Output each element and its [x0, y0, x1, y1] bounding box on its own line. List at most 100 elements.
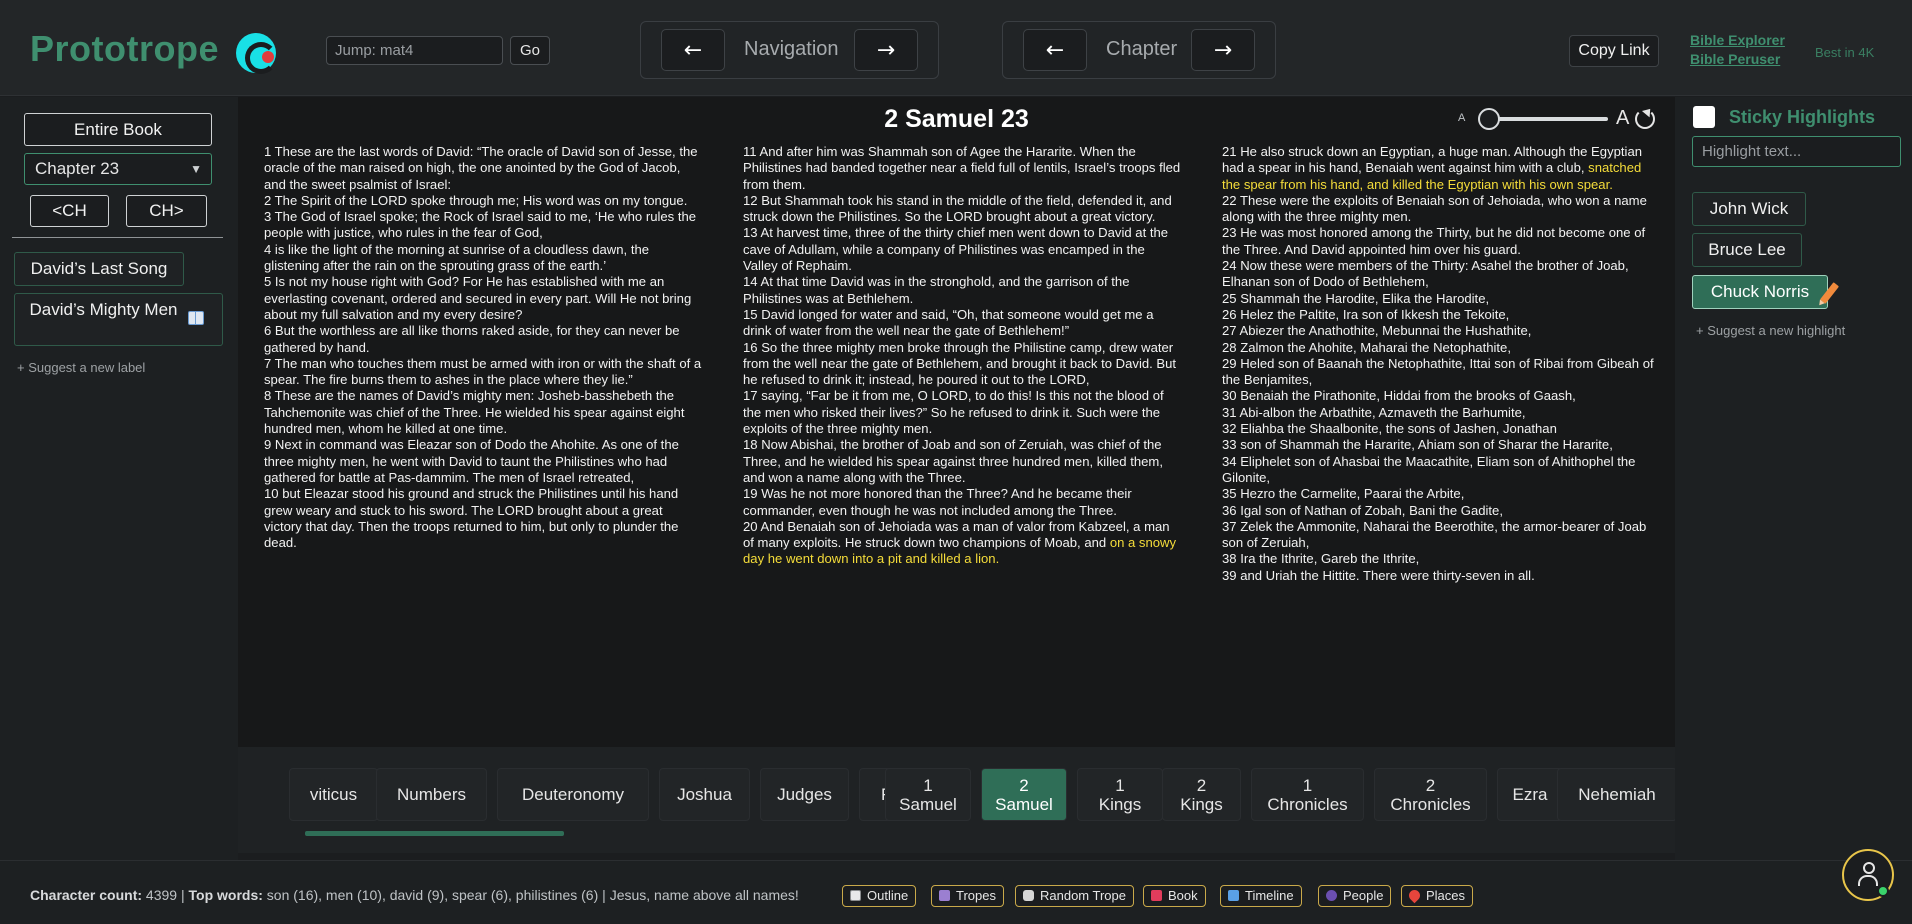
label-davids-mighty-men[interactable]: David’s Mighty Men	[14, 293, 223, 346]
logo-icon[interactable]	[236, 33, 277, 74]
verse[interactable]: 27 Abiezer the Anathothite, Mebunnai the…	[1222, 323, 1662, 339]
navigation-prev-button[interactable]: ←	[661, 29, 725, 71]
bible-peruser-link[interactable]: Bible Peruser	[1690, 51, 1780, 67]
chapter-select[interactable]: Chapter 23 ▼	[24, 153, 212, 185]
verse[interactable]: 20 And Benaiah son of Jehoiada was a man…	[743, 519, 1183, 568]
verse[interactable]: 15 David longed for water and said, “Oh,…	[743, 307, 1183, 340]
verse[interactable]: 3 The God of Israel spoke; the Rock of I…	[264, 209, 704, 242]
profile-button[interactable]	[1842, 849, 1894, 901]
verse-text: 9 Next in command was Eleazar son of Dod…	[264, 437, 679, 485]
verse-text: 5 Is not my house right with God? For He…	[264, 274, 692, 322]
verse[interactable]: 28 Zalmon the Ahohite, Maharai the Netop…	[1222, 340, 1662, 356]
chapter-next-button[interactable]: →	[1191, 29, 1255, 71]
verse[interactable]: 10 but Eleazar stood his ground and stru…	[264, 486, 704, 551]
suggest-label-link[interactable]: + Suggest a new label	[17, 360, 145, 375]
verse[interactable]: 24 Now these were members of the Thirty:…	[1222, 258, 1662, 291]
tropes-button[interactable]: Tropes	[931, 885, 1004, 907]
chapter-prev-button[interactable]: ←	[1023, 29, 1087, 71]
verse[interactable]: 26 Helez the Paltite, Ira son of Ikkesh …	[1222, 307, 1662, 323]
next-chapter-button[interactable]: CH>	[126, 195, 207, 227]
brand-title[interactable]: Prototrope	[30, 28, 219, 70]
verse[interactable]: 37 Zelek the Ammonite, Naharai the Beero…	[1222, 519, 1662, 552]
open-book-icon[interactable]	[188, 311, 204, 325]
verse[interactable]: 12 But Shammah took his stand in the mid…	[743, 193, 1183, 226]
book-tab-viticus[interactable]: viticus	[289, 768, 378, 821]
verse[interactable]: 22 These were the exploits of Benaiah so…	[1222, 193, 1662, 226]
online-status-icon	[1877, 885, 1889, 897]
verse-column-1: 1 These are the last words of David: “Th…	[264, 144, 704, 551]
verse[interactable]: 4 is like the light of the morning at su…	[264, 242, 704, 275]
verse-text: 11 And after him was Shammah son of Agee…	[743, 144, 1181, 192]
verse[interactable]: 39 and Uriah the Hittite. There were thi…	[1222, 568, 1662, 584]
book-tab-deuteronomy[interactable]: Deuteronomy	[497, 768, 649, 821]
reset-icon[interactable]	[1635, 109, 1655, 129]
font-size-slider[interactable]: A A	[1458, 106, 1648, 130]
book-tab-1-samuel[interactable]: 1 Samuel	[885, 768, 971, 821]
verse[interactable]: 7 The man who touches them must be armed…	[264, 356, 704, 389]
verse[interactable]: 1 These are the last words of David: “Th…	[264, 144, 704, 193]
book-button[interactable]: Book	[1143, 885, 1206, 907]
verse[interactable]: 16 So the three mighty men broke through…	[743, 340, 1183, 389]
font-slider-thumb[interactable]	[1478, 108, 1501, 130]
highlight-john-wick[interactable]: John Wick	[1692, 192, 1806, 226]
navigation-next-button[interactable]: →	[854, 29, 918, 71]
verse[interactable]: 13 At harvest time, three of the thirty …	[743, 225, 1183, 274]
highlight-text-input[interactable]	[1692, 136, 1901, 167]
verse[interactable]: 35 Hezro the Carmelite, Paarai the Arbit…	[1222, 486, 1662, 502]
verse[interactable]: 30 Benaiah the Pirathonite, Hiddai from …	[1222, 388, 1662, 404]
verse[interactable]: 33 son of Shammah the Hararite, Ahiam so…	[1222, 437, 1662, 453]
book-tab-numbers[interactable]: Numbers	[376, 768, 487, 821]
people-button[interactable]: People	[1318, 885, 1392, 907]
verse[interactable]: 19 Was he not more honored than the Thre…	[743, 486, 1183, 519]
verse[interactable]: 32 Eliahba the Shaalbonite, the sons of …	[1222, 421, 1662, 437]
verse[interactable]: 25 Shammah the Harodite, Elika the Harod…	[1222, 291, 1662, 307]
bible-explorer-link[interactable]: Bible Explorer	[1690, 32, 1785, 48]
outline-button[interactable]: Outline	[842, 885, 917, 907]
verse[interactable]: 34 Eliphelet son of Ahasbai the Maacathi…	[1222, 454, 1662, 487]
verse-text: 6 But the worthless are all like thorns …	[264, 323, 680, 355]
verse[interactable]: 29 Heled son of Baanah the Netophathite,…	[1222, 356, 1662, 389]
outline-icon	[850, 890, 861, 901]
verse[interactable]: 18 Now Abishai, the brother of Joab and …	[743, 437, 1183, 486]
book-tab-2-kings[interactable]: 2 Kings	[1162, 768, 1241, 821]
verse[interactable]: 38 Ira the Ithrite, Gareb the Ithrite,	[1222, 551, 1662, 567]
sticky-highlights-checkbox[interactable]	[1693, 106, 1715, 128]
entire-book-button[interactable]: Entire Book	[24, 113, 212, 146]
top-words-value: son (16), men (10), david (9), spear (6)…	[266, 887, 599, 903]
highlight-bruce-lee[interactable]: Bruce Lee	[1692, 233, 1802, 267]
verse[interactable]: 11 And after him was Shammah son of Agee…	[743, 144, 1183, 193]
suggest-highlight-link[interactable]: + Suggest a new highlight	[1696, 323, 1845, 338]
book-tab-ezra[interactable]: Ezra	[1497, 768, 1563, 821]
places-button[interactable]: Places	[1401, 885, 1474, 907]
chapter-stats: Character count: 4399 | Top words: son (…	[30, 887, 799, 903]
verse[interactable]: 5 Is not my house right with God? For He…	[264, 274, 704, 323]
verse[interactable]: 14 At that time David was in the strongh…	[743, 274, 1183, 307]
verse[interactable]: 36 Igal son of Nathan of Zobah, Bani the…	[1222, 503, 1662, 519]
verse[interactable]: 21 He also struck down an Egyptian, a hu…	[1222, 144, 1662, 193]
verse[interactable]: 6 But the worthless are all like thorns …	[264, 323, 704, 356]
verse[interactable]: 31 Abi-albon the Arbathite, Azmaveth the…	[1222, 405, 1662, 421]
prev-chapter-button[interactable]: <CH	[30, 195, 109, 227]
jump-input[interactable]	[326, 36, 503, 65]
go-button[interactable]: Go	[510, 36, 550, 65]
book-tab-2-samuel[interactable]: 2 Samuel	[981, 768, 1067, 821]
book-tab-joshua[interactable]: Joshua	[659, 768, 750, 821]
label-davids-last-song[interactable]: David’s Last Song	[14, 252, 184, 286]
book-tab-bar[interactable]: viticusNumbersDeuteronomyJoshuaJudgesRut…	[238, 747, 1675, 853]
verse[interactable]: 2 The Spirit of the LORD spoke through m…	[264, 193, 704, 209]
book-tab-nehemiah[interactable]: Nehemiah	[1557, 768, 1675, 821]
verse[interactable]: 8 These are the names of David’s mighty …	[264, 388, 704, 437]
verse[interactable]: 9 Next in command was Eleazar son of Dod…	[264, 437, 704, 486]
book-tab-judges[interactable]: Judges	[760, 768, 849, 821]
book-bar-scrollbar[interactable]	[305, 831, 564, 836]
book-tab-label: 1	[1302, 776, 1313, 795]
book-tab-1-kings[interactable]: 1 Kings	[1077, 768, 1163, 821]
timeline-button[interactable]: Timeline	[1220, 885, 1302, 907]
book-tab-2-chronicles[interactable]: 2 Chronicles	[1374, 768, 1487, 821]
book-tab-1-chronicles[interactable]: 1 Chronicles	[1251, 768, 1364, 821]
verse[interactable]: 23 He was most honored among the Thirty,…	[1222, 225, 1662, 258]
copy-link-button[interactable]: Copy Link	[1569, 35, 1659, 67]
highlight-chuck-norris[interactable]: Chuck Norris	[1692, 275, 1828, 309]
verse[interactable]: 17 saying, “Far be it from me, O LORD, t…	[743, 388, 1183, 437]
random-trope-button[interactable]: Random Trope	[1015, 885, 1134, 907]
